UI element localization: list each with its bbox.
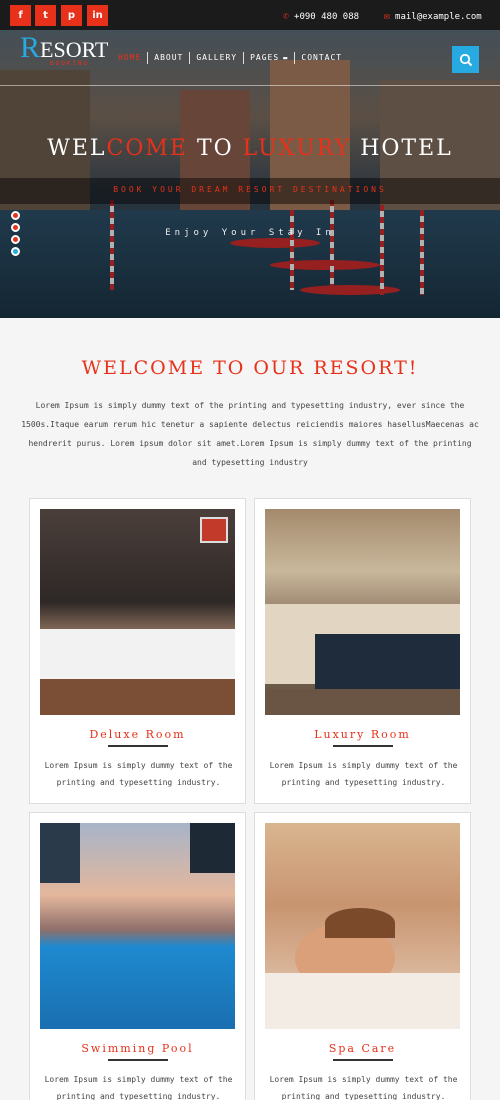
- slider-dot-1[interactable]: [11, 211, 20, 220]
- top-bar: f t p in ✆ +090 480 088 ✉ mail@example.c…: [0, 0, 500, 30]
- slider-dot-4[interactable]: [11, 247, 20, 256]
- facebook-icon[interactable]: f: [10, 5, 31, 26]
- title-underline: [108, 1059, 168, 1061]
- site-logo[interactable]: RESORT BOOKING: [20, 33, 108, 68]
- title-underline: [333, 745, 393, 747]
- deluxe-room-photo: [40, 509, 235, 715]
- title-underline: [108, 745, 168, 747]
- swimming-pool-photo: [40, 823, 235, 1029]
- nav-contact[interactable]: CONTACT: [294, 52, 348, 64]
- slider-dot-2[interactable]: [11, 223, 20, 232]
- phone-number: +090 480 088: [294, 11, 360, 22]
- nav-home[interactable]: HOME: [112, 52, 147, 64]
- twitter-icon[interactable]: t: [35, 5, 56, 26]
- room-title[interactable]: Spa Care: [255, 1042, 470, 1055]
- room-description: Lorem Ipsum is simply dummy text of the …: [44, 761, 233, 787]
- spa-care-photo: [265, 823, 460, 1029]
- nav-gallery[interactable]: GALLERY: [189, 52, 243, 64]
- nav-about[interactable]: ABOUT: [147, 52, 189, 64]
- hero-subtitle: BOOK YOUR DREAM RESORT DESTINATIONS: [113, 185, 387, 194]
- envelope-icon: ✉: [384, 11, 391, 22]
- email-contact[interactable]: ✉ mail@example.com: [384, 11, 482, 22]
- room-card-deluxe[interactable]: Deluxe Room Lorem Ipsum is simply dummy …: [29, 498, 246, 804]
- title-underline: [333, 1059, 393, 1061]
- caret-down-icon: ▬: [283, 54, 289, 62]
- room-title[interactable]: Luxury Room: [255, 728, 470, 741]
- hero-tagline: Enjoy Your Stay In: [165, 228, 335, 238]
- hero-title: WELCOME TO LUXURY HOTEL: [47, 136, 453, 161]
- room-card-pool[interactable]: Swimming Pool Lorem Ipsum is simply dumm…: [29, 812, 246, 1100]
- room-description: Lorem Ipsum is simply dummy text of the …: [269, 1075, 458, 1100]
- search-icon: [459, 53, 472, 66]
- room-card-luxury[interactable]: Luxury Room Lorem Ipsum is simply dummy …: [254, 498, 471, 804]
- welcome-text: Lorem Ipsum is simply dummy text of the …: [21, 401, 479, 467]
- room-description: Lorem Ipsum is simply dummy text of the …: [44, 1075, 233, 1100]
- phone-icon: ✆: [283, 11, 290, 22]
- phone-contact[interactable]: ✆ +090 480 088: [283, 11, 359, 22]
- room-description: Lorem Ipsum is simply dummy text of the …: [269, 761, 458, 787]
- header-divider: [0, 85, 500, 86]
- search-button[interactable]: [452, 46, 479, 73]
- hero-banner: [0, 30, 500, 318]
- main-nav: HOME ABOUT GALLERY PAGES ▬ CONTACT: [112, 52, 348, 64]
- luxury-room-photo: [265, 509, 460, 715]
- room-title[interactable]: Swimming Pool: [30, 1042, 245, 1055]
- linkedin-icon[interactable]: in: [87, 5, 108, 26]
- room-title[interactable]: Deluxe Room: [30, 728, 245, 741]
- pinterest-icon[interactable]: p: [61, 5, 82, 26]
- nav-pages[interactable]: PAGES ▬: [243, 52, 294, 64]
- slider-dot-3[interactable]: [11, 235, 20, 244]
- email-address: mail@example.com: [395, 11, 482, 22]
- welcome-title: WELCOME TO OUR RESORT!: [81, 357, 419, 379]
- room-card-spa[interactable]: Spa Care Lorem Ipsum is simply dummy tex…: [254, 812, 471, 1100]
